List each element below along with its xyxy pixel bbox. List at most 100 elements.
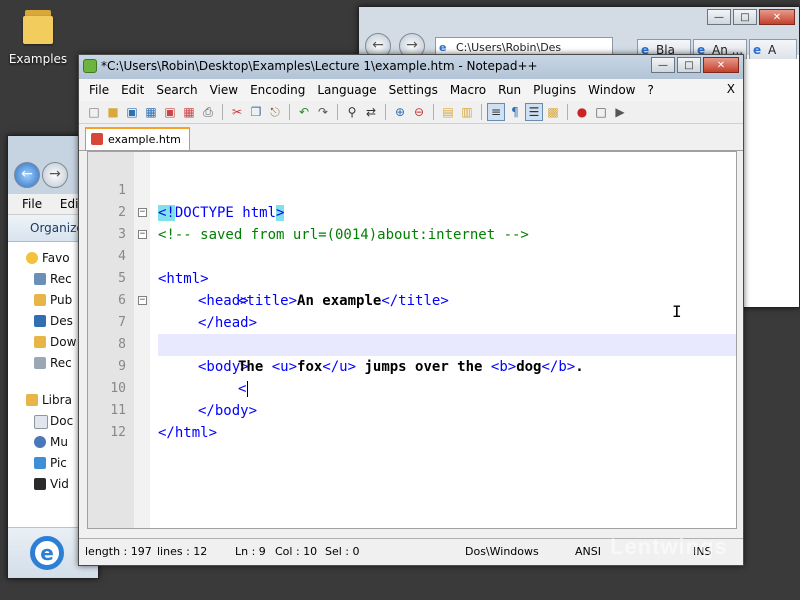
menu-help[interactable]: ? [641,83,659,97]
close-all-icon[interactable]: ▦ [180,103,198,121]
nav-label: Doc [50,414,74,428]
maximize-button[interactable]: □ [733,9,757,25]
menu-window[interactable]: Window [582,83,641,97]
menu-plugins[interactable]: Plugins [527,83,582,97]
close-button[interactable]: ✕ [759,9,795,25]
code-line: 7 − <body> [88,290,736,376]
line-number: 12 [110,425,126,440]
zoom-out-icon[interactable]: ⊖ [410,103,428,121]
sync-vertical-icon[interactable]: ▤ [439,103,457,121]
desktop-icon-label: Examples [8,52,68,66]
status-line: Ln : 9 [235,545,266,558]
forward-button[interactable]: → [42,162,68,188]
ie-icon: e [753,43,762,57]
fold-toggle-icon[interactable]: − [138,208,147,217]
nav-label: Rec [50,272,72,286]
cut-icon[interactable]: ✂ [228,103,246,121]
status-length: length : 197 [85,545,152,558]
paste-icon[interactable]: ⎋ [266,103,284,121]
replace-icon[interactable]: ⇄ [362,103,380,121]
documents-icon [34,415,48,429]
save-icon[interactable]: ▣ [123,103,141,121]
watermark: Lentwings [610,534,728,559]
maximize-button[interactable]: □ [677,57,701,73]
stop-macro-icon[interactable]: □ [592,103,610,121]
notepadpp-app-icon [83,59,97,73]
close-button[interactable]: ✕ [703,57,739,73]
copy-icon[interactable]: ❐ [247,103,265,121]
desktop-icon [34,315,46,327]
videos-icon [34,478,46,490]
new-file-icon[interactable]: □ [85,103,103,121]
sync-horizontal-icon[interactable]: ▥ [458,103,476,121]
tab-example-htm[interactable]: example.htm [85,127,190,150]
code-line: 2 <!-- saved from url=(0014)about:intern… [88,180,736,243]
menu-view[interactable]: View [204,83,244,97]
play-macro-icon[interactable]: ▶ [611,103,629,121]
back-button[interactable]: ← [14,162,40,188]
code-line: 12 [88,400,736,440]
folder-icon [34,294,46,306]
nav-label: Rec [50,356,72,370]
browser-tab-3[interactable]: eA [749,39,797,59]
menu-macro[interactable]: Macro [444,83,492,97]
recorded-icon [34,357,46,369]
libraries-icon [26,394,38,406]
code-editor[interactable]: 1 <!DOCTYPE html> 2 <!-- saved from url=… [87,151,737,529]
nav-label: Mu [50,435,68,449]
code-line: 10 </body> [88,356,736,419]
save-all-icon[interactable]: ▦ [142,103,160,121]
window-controls: — □ ✕ [651,57,739,73]
menu-search[interactable]: Search [150,83,203,97]
nav-label: Des [50,314,73,328]
browser-titlebar: — □ ✕ ← → e C:\Users\Robin\Des e Bla e An … [359,7,799,59]
find-icon[interactable]: ⚲ [343,103,361,121]
menu-encoding[interactable]: Encoding [244,83,311,97]
downloads-folder-icon [34,336,46,348]
word-wrap-icon[interactable]: ≡ [487,103,505,121]
user-language-icon[interactable]: ▩ [544,103,562,121]
folder-icon [21,6,55,46]
minimize-button[interactable]: — [651,57,675,73]
zoom-in-icon[interactable]: ⊕ [391,103,409,121]
toolbar: □ ■ ▣ ▦ ▣ ▦ ⎙ ✂ ❐ ⎋ ↶ ↷ ⚲ ⇄ ⊕ ⊖ ▤ ▥ ≡ ¶ … [79,101,743,124]
record-macro-icon[interactable]: ● [573,103,591,121]
close-document-button[interactable]: X [727,82,735,96]
menu-run[interactable]: Run [492,83,527,97]
unsaved-icon [91,133,103,145]
fold-toggle-icon[interactable]: − [138,296,147,305]
menu-language[interactable]: Language [311,83,382,97]
code-line: 11 </html> [88,378,736,441]
code-token: </html> [158,425,218,441]
status-selection: Sel : 0 [325,545,360,558]
nav-label: Vid [50,477,69,491]
notepadpp-titlebar: *C:\Users\Robin\Desktop\Examples\Lecture… [79,55,743,79]
favorites-label: Favo [42,251,70,265]
minimize-button[interactable]: — [707,9,731,25]
print-icon[interactable]: ⎙ [199,103,217,121]
menu-edit[interactable]: Edit [115,83,150,97]
show-all-characters-icon[interactable]: ¶ [506,103,524,121]
star-icon [26,252,38,264]
redo-icon[interactable]: ↷ [314,103,332,121]
undo-icon[interactable]: ↶ [295,103,313,121]
code-line: 1 <!DOCTYPE html> [88,158,736,221]
code-line: 5 <title>An example</title> [88,246,736,309]
close-file-icon[interactable]: ▣ [161,103,179,121]
menu-settings[interactable]: Settings [383,83,444,97]
notepadpp-window[interactable]: *C:\Users\Robin\Desktop\Examples\Lecture… [78,54,744,566]
desktop-folder-examples[interactable]: Examples [8,6,68,66]
nav-label: Dow [50,335,77,349]
open-file-icon[interactable]: ■ [104,103,122,121]
address-text: C:\Users\Robin\Des [456,41,562,54]
fold-toggle-icon[interactable]: − [138,230,147,239]
menu-file[interactable]: File [79,83,115,97]
browser-window-controls: — □ ✕ [707,9,795,25]
code-line: 8 The <u>fox</u> jumps over the <b>dog</… [88,312,736,375]
document-tabbar: example.htm [79,124,743,151]
status-column: Col : 10 [275,545,318,558]
menubar: File Edit Search View Encoding Language … [79,79,743,101]
menu-file[interactable]: File [22,197,42,211]
code-line: 6 </head> [88,268,736,331]
indent-guide-icon[interactable]: ☰ [525,103,543,121]
